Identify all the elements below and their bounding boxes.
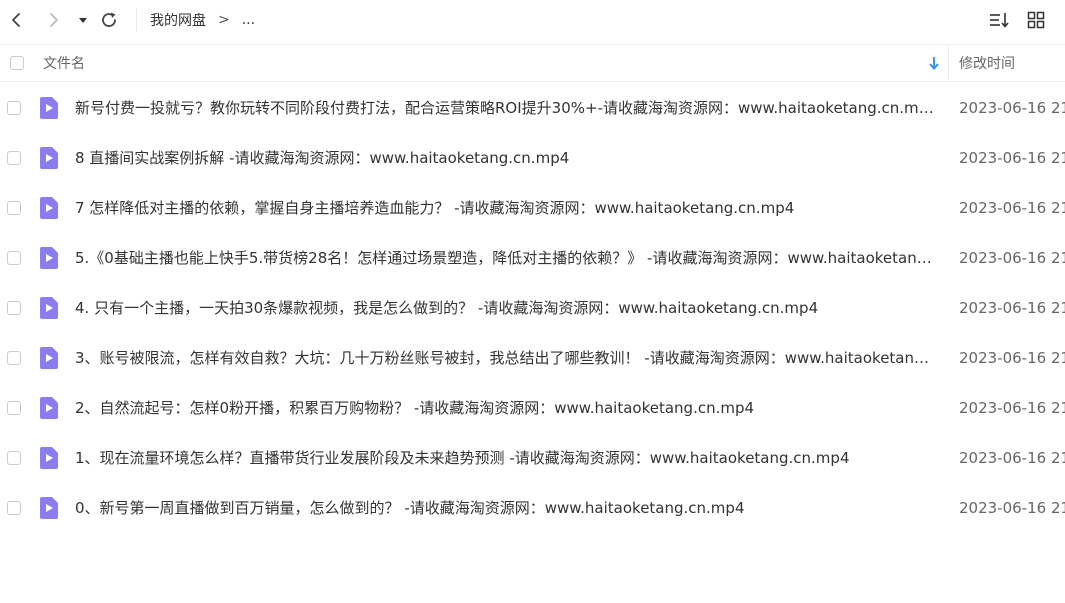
- row-checkbox[interactable]: [7, 201, 21, 215]
- breadcrumb-root[interactable]: 我的网盘: [150, 10, 206, 30]
- row-checkbox[interactable]: [7, 101, 21, 115]
- file-name[interactable]: 3、账号被限流，怎样有效自救？大坑：几十万粉丝账号被封，我总结出了哪些教训！ -…: [75, 347, 937, 369]
- caret-down-icon: [79, 18, 87, 23]
- video-file-icon: [40, 447, 58, 469]
- table-row[interactable]: 3、账号被限流，怎样有效自救？大坑：几十万粉丝账号被封，我总结出了哪些教训！ -…: [0, 333, 1065, 383]
- row-checkbox[interactable]: [7, 501, 21, 515]
- back-button[interactable]: [2, 6, 30, 34]
- video-file-icon: [40, 197, 58, 219]
- file-name[interactable]: 新号付费一投就亏？教你玩转不同阶段付费打法，配合运营策略ROI提升30%+-请收…: [75, 97, 937, 119]
- table-header: 文件名 修改时间: [0, 44, 1065, 82]
- file-modified-time: 2023-06-16 21: [959, 449, 1065, 467]
- select-all-checkbox[interactable]: [10, 56, 24, 70]
- grid-view-icon: [1027, 11, 1045, 29]
- file-modified-time: 2023-06-16 21: [959, 99, 1065, 117]
- row-checkbox[interactable]: [7, 401, 21, 415]
- video-file-icon: [40, 347, 58, 369]
- video-file-icon: [40, 297, 58, 319]
- toolbar: 我的网盘 > ...: [0, 0, 1065, 44]
- sort-list-icon: [990, 13, 1009, 28]
- file-list: 新号付费一投就亏？教你玩转不同阶段付费打法，配合运营策略ROI提升30%+-请收…: [0, 83, 1065, 533]
- file-name[interactable]: 1、现在流量环境怎么样？直播带货行业发展阶段及未来趋势预测 -请收藏海淘资源网：…: [75, 447, 937, 469]
- table-row[interactable]: 新号付费一投就亏？教你玩转不同阶段付费打法，配合运营策略ROI提升30%+-请收…: [0, 83, 1065, 133]
- file-name[interactable]: 4. 只有一个主播，一天拍30条爆款视频，我是怎么做到的？ -请收藏海淘资源网：…: [75, 297, 937, 319]
- file-modified-time: 2023-06-16 21: [959, 349, 1065, 367]
- breadcrumb-separator: >: [218, 12, 230, 28]
- column-header-name[interactable]: 文件名: [43, 54, 85, 74]
- video-file-icon: [40, 147, 58, 169]
- file-modified-time: 2023-06-16 21: [959, 299, 1065, 317]
- table-row[interactable]: 4. 只有一个主播，一天拍30条爆款视频，我是怎么做到的？ -请收藏海淘资源网：…: [0, 283, 1065, 333]
- file-modified-time: 2023-06-16 21: [959, 199, 1065, 217]
- file-modified-time: 2023-06-16 21: [959, 149, 1065, 167]
- row-checkbox[interactable]: [7, 251, 21, 265]
- arrow-down-icon[interactable]: [928, 55, 940, 71]
- file-modified-time: 2023-06-16 21: [959, 499, 1065, 517]
- video-file-icon: [40, 247, 58, 269]
- file-name[interactable]: 8 直播间实战案例拆解 -请收藏海淘资源网：www.haitaoketang.c…: [75, 147, 937, 169]
- view-tools: [985, 6, 1065, 34]
- row-checkbox[interactable]: [7, 351, 21, 365]
- table-row[interactable]: 2、自然流起号：怎样0粉开播，积累百万购物粉？ -请收藏海淘资源网：www.ha…: [0, 383, 1065, 433]
- sort-button[interactable]: [985, 6, 1013, 34]
- file-name[interactable]: 7 怎样降低对主播的依赖，掌握自身主播培养造血能力？ -请收藏海淘资源网：www…: [75, 197, 937, 219]
- column-divider[interactable]: [948, 45, 949, 82]
- breadcrumb-current[interactable]: ...: [242, 12, 255, 28]
- history-dropdown-button[interactable]: [70, 6, 96, 34]
- file-modified-time: 2023-06-16 21: [959, 249, 1065, 267]
- table-row[interactable]: 7 怎样降低对主播的依赖，掌握自身主播培养造血能力？ -请收藏海淘资源网：www…: [0, 183, 1065, 233]
- file-modified-time: 2023-06-16 21: [959, 399, 1065, 417]
- table-row[interactable]: 0、新号第一周直播做到百万销量，怎么做到的？ -请收藏海淘资源网：www.hai…: [0, 483, 1065, 533]
- column-header-modified-time[interactable]: 修改时间: [959, 54, 1015, 74]
- table-row[interactable]: 1、现在流量环境怎么样？直播带货行业发展阶段及未来趋势预测 -请收藏海淘资源网：…: [0, 433, 1065, 483]
- forward-button[interactable]: [40, 6, 68, 34]
- table-row[interactable]: 5.《0基础主播也能上快手5.带货榜28名！怎样通过场景塑造，降低对主播的依赖？…: [0, 233, 1065, 283]
- video-file-icon: [40, 397, 58, 419]
- row-checkbox[interactable]: [7, 151, 21, 165]
- row-checkbox[interactable]: [7, 301, 21, 315]
- grid-view-button[interactable]: [1022, 6, 1050, 34]
- file-name[interactable]: 0、新号第一周直播做到百万销量，怎么做到的？ -请收藏海淘资源网：www.hai…: [75, 497, 937, 519]
- video-file-icon: [40, 97, 58, 119]
- video-file-icon: [40, 497, 58, 519]
- breadcrumb: 我的网盘 > ...: [150, 10, 255, 30]
- chevron-left-icon: [12, 13, 20, 27]
- refresh-button[interactable]: [95, 6, 123, 34]
- table-row[interactable]: 8 直播间实战案例拆解 -请收藏海淘资源网：www.haitaoketang.c…: [0, 133, 1065, 183]
- chevron-right-icon: [50, 13, 58, 27]
- refresh-icon: [102, 12, 116, 27]
- file-name[interactable]: 5.《0基础主播也能上快手5.带货榜28名！怎样通过场景塑造，降低对主播的依赖？…: [75, 247, 937, 269]
- file-name[interactable]: 2、自然流起号：怎样0粉开播，积累百万购物粉？ -请收藏海淘资源网：www.ha…: [75, 397, 937, 419]
- row-checkbox[interactable]: [7, 451, 21, 465]
- toolbar-divider: [136, 8, 137, 32]
